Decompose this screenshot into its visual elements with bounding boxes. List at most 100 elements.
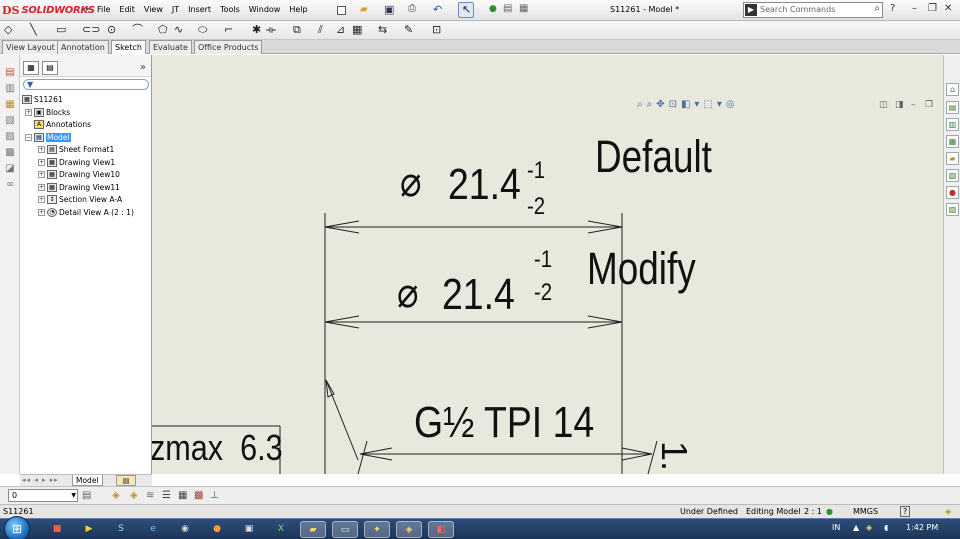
print-button[interactable]: ⎙ [405, 2, 421, 18]
solidworks-resources-icon[interactable]: ⌂ [946, 83, 959, 96]
new-document-button[interactable] [333, 2, 349, 18]
expand-icon[interactable]: + [38, 183, 45, 191]
menu-edit[interactable]: Edit [119, 5, 135, 14]
close-icon[interactable]: ✕ [944, 3, 952, 14]
view-palette-icon[interactable]: ▧ [946, 169, 959, 182]
menu-file[interactable]: File [97, 5, 110, 14]
tree-item-model[interactable]: − ▤ Model [25, 131, 71, 143]
ellipse-icon[interactable]: ⬭ [198, 23, 207, 37]
taskbar-app-icon[interactable]: ◉ [172, 521, 198, 538]
collapse-icon[interactable]: − [25, 133, 32, 141]
feature-manager-tab[interactable]: ▦ [23, 61, 39, 75]
trim-icon[interactable]: ⟛ [266, 23, 276, 37]
open-button[interactable]: ▰ [357, 2, 373, 18]
clock[interactable]: 1:42 PM [906, 523, 938, 532]
search-input[interactable]: Search Commands [760, 5, 835, 14]
taskbar-solidworks-icon[interactable]: ◧ [428, 521, 454, 538]
menu-pin-icon[interactable]: ▸ [86, 4, 90, 13]
layer-select[interactable]: 0 ▼ [8, 489, 78, 502]
tab-annotation[interactable]: Annotation [57, 40, 109, 54]
sheet-nav-arrows[interactable]: ◂◂ ◂ ▸ ▸▸ [22, 476, 59, 484]
taskbar-media-player-icon[interactable]: ▶ [76, 521, 102, 538]
color-display-icon[interactable]: ▦ [178, 490, 187, 501]
taskbar-skype-icon[interactable]: S [108, 521, 134, 538]
start-button[interactable]: ⊞ [4, 516, 30, 539]
add-sheet-icon[interactable]: ▤ [116, 475, 136, 486]
taskbar-excel-icon[interactable]: X [268, 521, 294, 538]
save-button[interactable]: ▣ [381, 2, 397, 18]
pattern-icon[interactable]: ▦ [352, 23, 362, 37]
weld-icon[interactable]: ◪ [4, 163, 16, 175]
menu-jt[interactable]: JT [172, 5, 179, 14]
menu-tools[interactable]: Tools [220, 5, 240, 14]
tree-item-blocks[interactable]: + ▣ Blocks [25, 106, 70, 118]
minimize-icon[interactable]: – [912, 3, 917, 14]
note-default[interactable]: Default [595, 134, 712, 179]
fillet-icon[interactable]: ⌐ [224, 23, 233, 37]
menu-window[interactable]: Window [249, 5, 281, 14]
note-modify[interactable]: Modify [587, 246, 696, 291]
folder-icon[interactable]: ▰ [946, 152, 959, 165]
expand-icon[interactable]: + [25, 108, 32, 116]
expand-icon[interactable]: + [38, 158, 45, 166]
tree-filter[interactable]: ▼ [23, 79, 149, 90]
arc-icon[interactable]: ⌒ [132, 23, 143, 37]
file-explorer-icon[interactable]: ▥ [946, 118, 959, 131]
tab-evaluate[interactable]: Evaluate [149, 40, 192, 54]
file-properties-button[interactable]: ▤ [500, 2, 516, 18]
status-scale[interactable]: 2 : 1 [804, 507, 822, 516]
tray-expand-icon[interactable]: ▲ [853, 523, 859, 532]
taskbar-pdf-icon[interactable]: ■ [44, 521, 70, 538]
slot-icon[interactable]: ⊂⊃ [82, 23, 100, 37]
drawing-tools-icon[interactable]: ▤ [4, 67, 16, 79]
smart-dimension-icon[interactable]: ◇ [4, 23, 12, 37]
expand-icon[interactable]: + [38, 195, 45, 203]
appearances-icon[interactable]: ● [946, 186, 959, 199]
dimension-value-1[interactable]: 21.4 [448, 163, 521, 207]
search-pane-icon[interactable]: ▦ [946, 135, 959, 148]
tree-item-drawing-view1[interactable]: + ▦ Drawing View1 [38, 156, 115, 168]
search-commands[interactable]: ▶ Search Commands ⌕ [743, 2, 883, 18]
rectangle-icon[interactable]: ▭ [56, 23, 66, 37]
notification-icon[interactable]: ◈ [945, 507, 951, 516]
point-icon[interactable]: ✱ [252, 23, 261, 37]
link-icon[interactable]: ∞ [4, 179, 16, 191]
tree-item-detail-view[interactable]: + ◔ Detail View A (2 : 1) [38, 206, 134, 218]
taskbar-app2-icon[interactable]: ✦ [364, 521, 390, 538]
mirror-icon[interactable]: ⫽ [318, 23, 323, 37]
tree-item-sheet-format[interactable]: + ▤ Sheet Format1 [38, 143, 114, 155]
input-language[interactable]: IN [832, 523, 840, 532]
rebuild-button[interactable]: ● [484, 2, 500, 18]
solidworks-logo[interactable]: DS SOLIDWORKS [2, 2, 95, 18]
hole-callout-icon[interactable]: ▩ [4, 147, 16, 159]
tree-item-drawing-view11[interactable]: + ▦ Drawing View11 [38, 181, 120, 193]
align-icon[interactable]: ⊥ [210, 490, 219, 501]
menu-help[interactable]: Help [289, 5, 307, 14]
search-mode-icon[interactable]: ▶ [745, 4, 757, 16]
undo-button[interactable]: ↶ [430, 2, 446, 18]
taskbar-explorer-icon[interactable]: ▰ [300, 521, 326, 538]
help-icon[interactable]: ? [900, 506, 911, 517]
line-color-icon[interactable]: ◈ [112, 490, 120, 501]
spline-icon[interactable]: ∿ [174, 23, 183, 37]
select-button[interactable]: ↖ [458, 2, 474, 18]
sheet-tab-model[interactable]: Model [72, 475, 103, 486]
tab-office-products[interactable]: Office Products [194, 40, 263, 54]
search-icon[interactable]: ⌕ [874, 3, 880, 14]
expand-icon[interactable]: + [38, 208, 45, 216]
block-icon[interactable]: ▦ [4, 99, 16, 111]
menu-view[interactable]: View [144, 5, 163, 14]
line-thickness-icon[interactable]: ◈ [130, 490, 138, 501]
polygon-icon[interactable]: ⬠ [158, 23, 168, 37]
note-icon[interactable]: ▨ [4, 131, 16, 143]
line-style-icon[interactable]: ≋ [146, 490, 154, 501]
layer-properties-icon[interactable]: ▤ [82, 490, 91, 501]
design-library-icon[interactable]: ▤ [946, 101, 959, 114]
surface-roughness-label[interactable]: zmax 6.3 [152, 430, 283, 466]
repair-sketch-icon[interactable]: ✎ [404, 23, 413, 37]
help-icon[interactable]: ? [890, 3, 895, 14]
line-icon[interactable]: ╲ [30, 23, 37, 37]
restore-icon[interactable]: ❐ [928, 3, 937, 14]
menu-insert[interactable]: Insert [188, 5, 211, 14]
tree-item-section-view[interactable]: + ↕ Section View A-A [38, 193, 122, 205]
